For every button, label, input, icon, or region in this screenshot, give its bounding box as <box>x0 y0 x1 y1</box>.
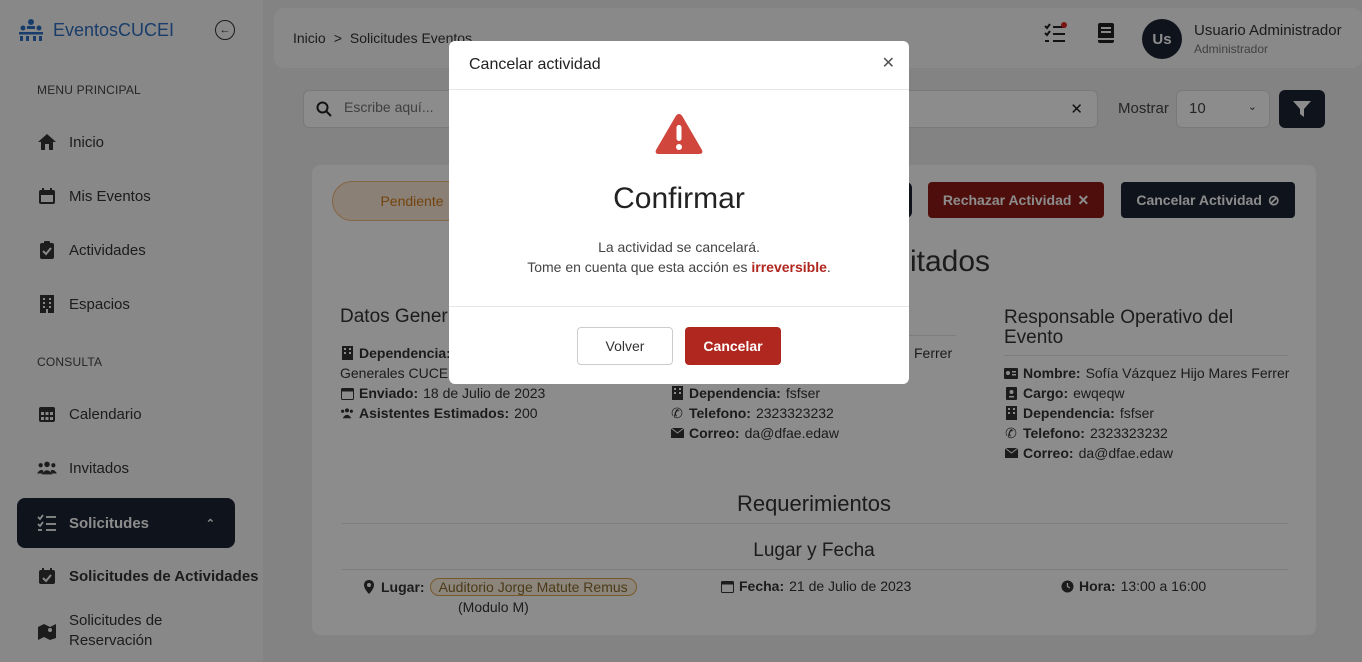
cancel-activity-dialog: Cancelar actividad ✕ Confirmar La activi… <box>449 41 909 384</box>
dialog-heading: Confirmar <box>613 182 745 215</box>
dialog-header: Cancelar actividad ✕ <box>449 41 909 90</box>
dialog-title: Cancelar actividad <box>469 56 601 73</box>
back-button[interactable]: Volver <box>577 327 673 365</box>
dialog-message-period: . <box>826 259 831 275</box>
dialog-message-line2: Tome en cuenta que esta acción es irreve… <box>449 259 909 275</box>
dialog-message-line1: La actividad se cancelará. <box>598 239 760 255</box>
irreversible-emphasis: irreversible <box>751 259 827 275</box>
confirm-cancel-button[interactable]: Cancelar <box>685 327 781 365</box>
dialog-message-text: Tome en cuenta que esta acción es <box>527 259 748 275</box>
dialog-footer-divider <box>449 306 909 307</box>
warning-icon <box>654 112 704 161</box>
close-icon[interactable]: ✕ <box>882 53 895 73</box>
